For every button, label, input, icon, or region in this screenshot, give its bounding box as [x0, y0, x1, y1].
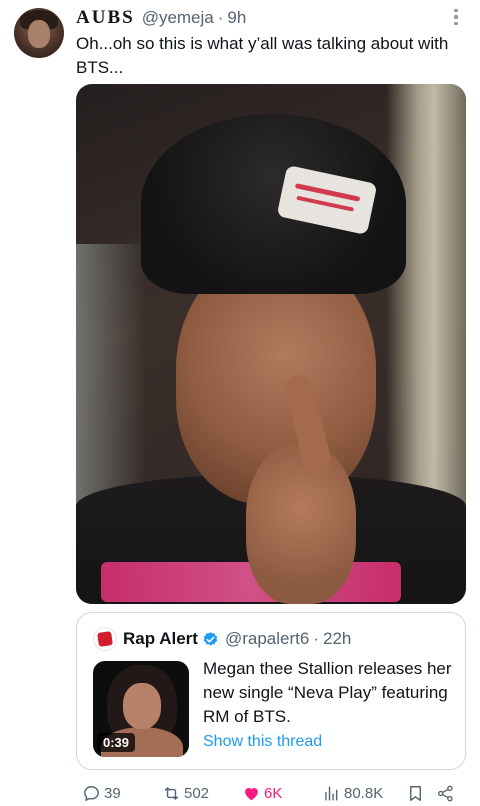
avatar-face	[28, 20, 50, 48]
verified-badge-icon	[203, 631, 218, 646]
bookmark-icon	[410, 785, 421, 801]
author-handle[interactable]: @yemeja	[142, 8, 214, 28]
author-name[interactable]: AUBS	[76, 7, 135, 29]
reply-count: 39	[104, 784, 121, 802]
quoted-tweet-time[interactable]: 22h	[323, 629, 351, 649]
tweet-header: AUBS @yemeja · 9h	[76, 7, 466, 29]
separator-dot: ·	[217, 8, 224, 27]
like-count: 6K	[264, 784, 283, 802]
quoted-author-handle[interactable]: @rapalert6	[225, 629, 309, 649]
view-count: 80.8K	[344, 784, 384, 802]
retweet-button[interactable]: 502	[162, 782, 209, 804]
reply-icon	[84, 785, 99, 801]
thumbnail-face	[123, 683, 161, 729]
retweet-count: 502	[184, 784, 210, 802]
show-thread-link[interactable]: Show this thread	[203, 733, 322, 751]
heart-icon	[245, 787, 258, 800]
share-icon	[438, 785, 453, 801]
quoted-tweet-card[interactable]: Rap Alert @rapalert6 · 22h 0:39 Megan th…	[76, 612, 466, 770]
media-background-left	[76, 244, 146, 504]
tweet-time[interactable]: 9h	[227, 8, 246, 28]
tweet-action-bar: 39 502 6K 80.8K	[76, 780, 470, 806]
quoted-author-avatar[interactable]	[93, 627, 117, 651]
quoted-author-name[interactable]: Rap Alert	[123, 629, 198, 649]
like-button[interactable]: 6K	[242, 782, 282, 804]
more-icon[interactable]	[446, 4, 466, 30]
tweet-text: Oh...oh so this is what y’all was talkin…	[76, 34, 449, 77]
share-button[interactable]	[436, 782, 458, 804]
views-icon	[325, 785, 338, 801]
views-button[interactable]: 80.8K	[322, 782, 383, 804]
tweet-media-image[interactable]	[76, 84, 466, 604]
bookmark-button[interactable]	[406, 782, 428, 804]
media-hand	[246, 444, 356, 604]
quoted-tweet-header: Rap Alert @rapalert6 · 22h	[123, 627, 351, 651]
author-avatar[interactable]	[14, 8, 64, 58]
video-duration-badge: 0:39	[97, 733, 136, 752]
quoted-tweet-text: Megan thee Stallion releases her new sin…	[203, 659, 452, 726]
reply-button[interactable]: 39	[82, 782, 121, 804]
quoted-video-thumbnail[interactable]: 0:39	[93, 661, 189, 757]
quoted-separator-dot: ·	[313, 629, 319, 648]
retweet-icon	[164, 786, 179, 800]
